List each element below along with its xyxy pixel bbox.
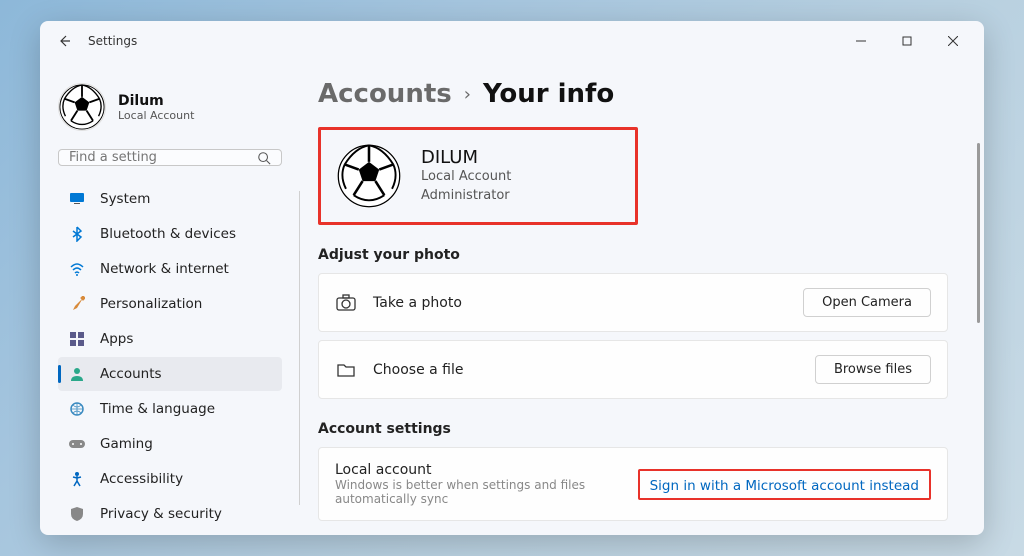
card-label: Choose a file (373, 362, 464, 378)
browse-files-button[interactable]: Browse files (815, 355, 931, 384)
sign-in-microsoft-highlight: Sign in with a Microsoft account instead (638, 469, 931, 500)
maximize-button[interactable] (884, 25, 930, 57)
sidebar-item-accessibility[interactable]: Accessibility (58, 462, 282, 496)
sidebar-item-label: System (100, 191, 150, 207)
settings-window: Settings Dilum Local Account (40, 21, 984, 535)
hero-role: Administrator (421, 187, 511, 205)
section-adjust-photo: Adjust your photo (318, 247, 948, 263)
card-local-account: Local account Windows is better when set… (318, 447, 948, 521)
paintbrush-icon (68, 295, 86, 313)
bluetooth-icon (68, 225, 86, 243)
back-arrow-icon (56, 33, 72, 49)
card-label: Take a photo (373, 295, 462, 311)
sidebar-item-personalization[interactable]: Personalization (58, 287, 282, 321)
gamepad-icon (68, 435, 86, 453)
sidebar: Dilum Local Account System Bluetooth & d… (40, 61, 300, 535)
accessibility-icon (68, 470, 86, 488)
sidebar-item-system[interactable]: System (58, 182, 282, 216)
sidebar-item-privacy[interactable]: Privacy & security (58, 497, 282, 531)
breadcrumb-root[interactable]: Accounts (318, 79, 452, 109)
sidebar-item-accounts[interactable]: Accounts (58, 357, 282, 391)
chevron-right-icon: › (464, 84, 471, 105)
search-input[interactable] (69, 150, 257, 165)
minimize-button[interactable] (838, 25, 884, 57)
account-hero: DILUM Local Account Administrator (318, 127, 638, 225)
avatar-large (337, 144, 401, 208)
sidebar-item-network[interactable]: Network & internet (58, 252, 282, 286)
sidebar-item-label: Personalization (100, 296, 202, 312)
avatar (58, 83, 106, 131)
sidebar-item-time-language[interactable]: Time & language (58, 392, 282, 426)
window-title: Settings (88, 34, 137, 48)
profile-block[interactable]: Dilum Local Account (58, 67, 282, 145)
sign-in-microsoft-link[interactable]: Sign in with a Microsoft account instead (650, 478, 919, 494)
camera-icon (335, 292, 357, 314)
apps-icon (68, 330, 86, 348)
sidebar-item-label: Accessibility (100, 471, 183, 487)
folder-icon (335, 359, 357, 381)
profile-name: Dilum (118, 93, 194, 109)
breadcrumb-leaf: Your info (483, 79, 614, 109)
close-button[interactable] (930, 25, 976, 57)
sidebar-item-bluetooth[interactable]: Bluetooth & devices (58, 217, 282, 251)
sidebar-item-label: Time & language (100, 401, 215, 417)
wifi-icon (68, 260, 86, 278)
scrollbar[interactable] (977, 143, 980, 323)
local-account-sub: Windows is better when settings and file… (335, 478, 622, 506)
sidebar-item-label: Network & internet (100, 261, 229, 277)
sidebar-item-label: Apps (100, 331, 133, 347)
titlebar: Settings (40, 21, 984, 61)
hero-account-type: Local Account (421, 168, 511, 186)
back-button[interactable] (48, 25, 80, 57)
sidebar-item-label: Accounts (100, 366, 162, 382)
breadcrumb: Accounts › Your info (318, 79, 948, 109)
search-box[interactable] (58, 149, 282, 166)
globe-clock-icon (68, 400, 86, 418)
shield-icon (68, 505, 86, 523)
card-choose-file: Choose a file Browse files (318, 340, 948, 399)
sidebar-item-label: Privacy & security (100, 506, 222, 522)
card-take-photo: Take a photo Open Camera (318, 273, 948, 332)
sidebar-item-apps[interactable]: Apps (58, 322, 282, 356)
local-account-title: Local account (335, 462, 622, 478)
display-icon (68, 190, 86, 208)
sidebar-item-gaming[interactable]: Gaming (58, 427, 282, 461)
hero-name: DILUM (421, 147, 511, 168)
sidebar-item-label: Gaming (100, 436, 153, 452)
sidebar-item-label: Bluetooth & devices (100, 226, 236, 242)
content-area: Accounts › Your info DILUM Local Account… (300, 61, 984, 535)
profile-sub: Local Account (118, 109, 194, 122)
open-camera-button[interactable]: Open Camera (803, 288, 931, 317)
search-icon (257, 151, 271, 165)
window-controls (838, 25, 976, 57)
person-icon (68, 365, 86, 383)
nav-list: System Bluetooth & devices Network & int… (58, 182, 282, 531)
section-account-settings: Account settings (318, 421, 948, 437)
